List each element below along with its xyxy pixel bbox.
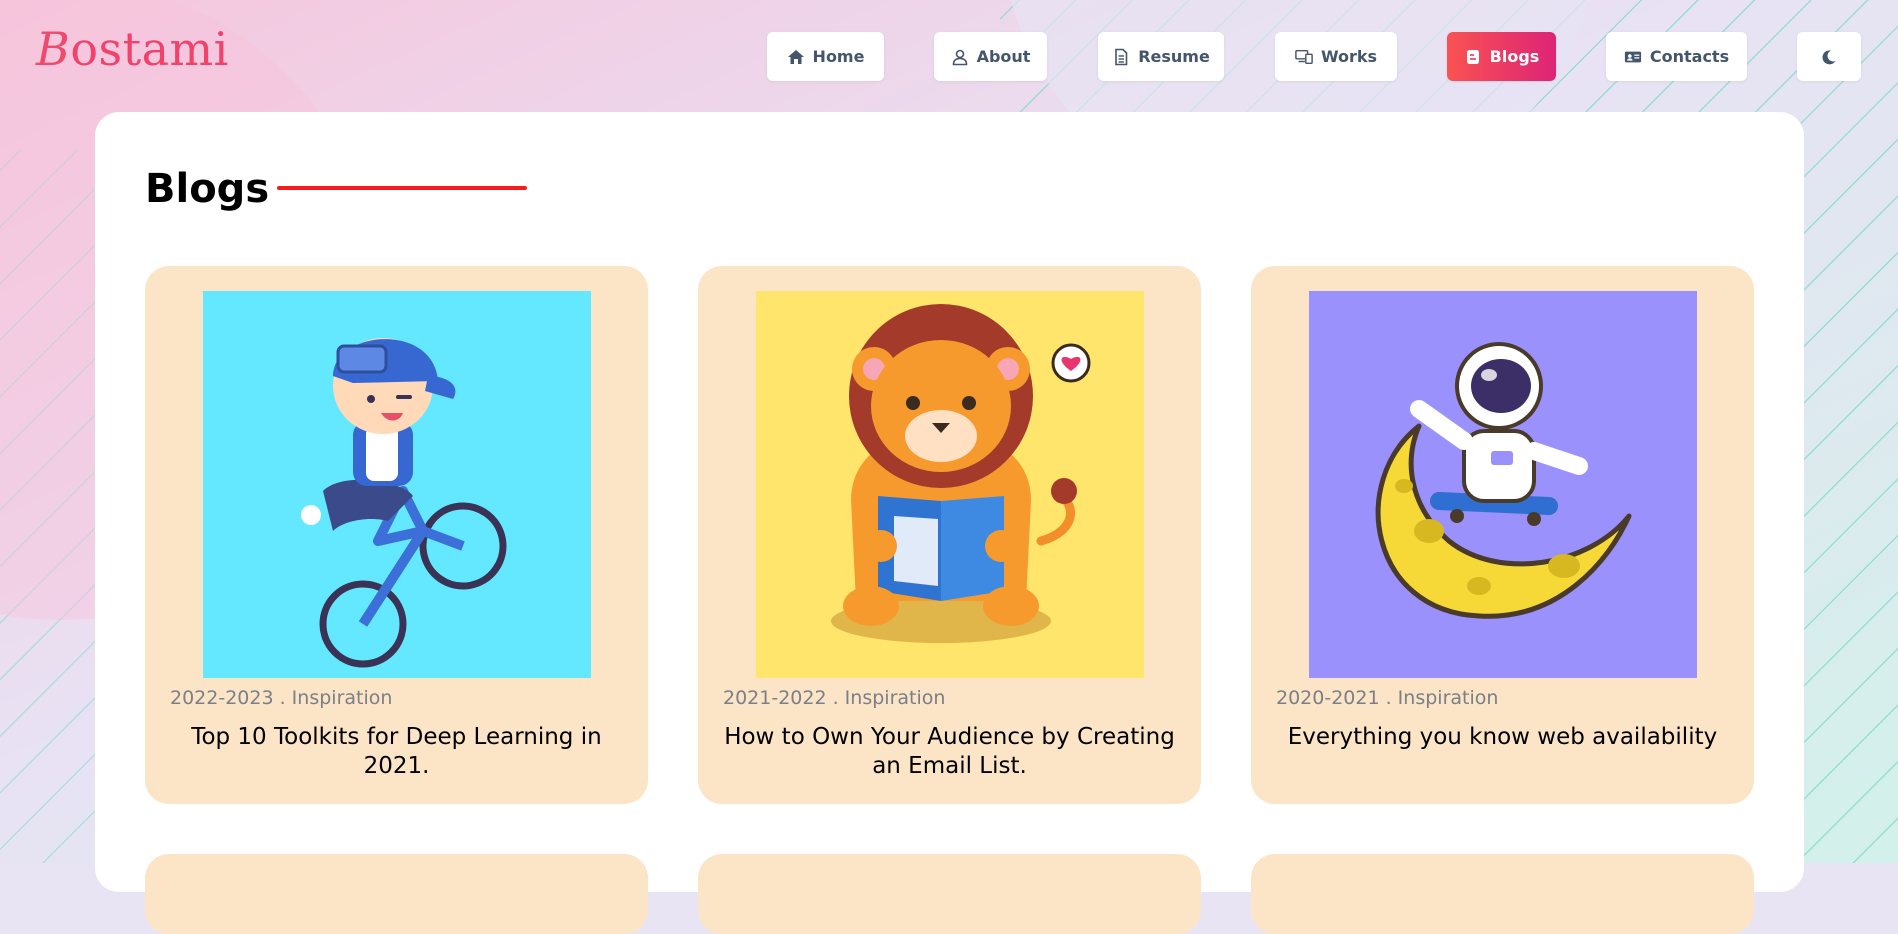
nav-resume-button[interactable]: Resume [1098,32,1224,81]
astronaut-on-moon-illustration [1309,291,1697,678]
blog-card[interactable]: 2022-2023 . Inspiration Top 10 Toolkits … [145,266,648,804]
blog-card[interactable] [145,854,648,934]
nav-works-label: Works [1320,47,1378,66]
home-icon [787,48,805,66]
blog-card[interactable]: 2021-2022 . Inspiration How to Own Your … [698,266,1201,804]
blog-icon [1464,48,1482,66]
blog-card[interactable] [698,854,1201,934]
blog-card-meta: 2022-2023 . Inspiration [170,687,393,709]
lion-reading-illustration [756,291,1144,678]
blog-card-meta: 2020-2021 . Inspiration [1276,687,1499,709]
moon-icon [1820,48,1838,66]
nav-about-button[interactable]: About [934,32,1047,81]
title-underline [277,186,527,190]
site-logo[interactable]: Bostami [36,22,229,76]
blog-card[interactable] [1251,854,1754,934]
nav-contacts-label: Contacts [1649,47,1730,66]
theme-toggle-button[interactable] [1797,32,1861,81]
logo-first-letter: B [36,22,71,76]
nav-blogs-button[interactable]: Blogs [1447,32,1556,81]
blog-card[interactable]: 2020-2021 . Inspiration Everything you k… [1251,266,1754,804]
blog-card-title[interactable]: Everything you know web availability [1271,723,1734,752]
contact-card-icon [1624,48,1642,66]
nav-about-label: About [976,47,1031,66]
nav-home-button[interactable]: Home [767,32,884,81]
nav-home-label: Home [812,47,865,66]
devices-icon [1295,48,1313,66]
nav-works-button[interactable]: Works [1275,32,1397,81]
logo-text: ostami [70,22,229,76]
page-title: Blogs [145,166,270,212]
nav-contacts-button[interactable]: Contacts [1606,32,1747,81]
blogs-panel: Blogs 2022-2023 . Inspiration Top 10 Too… [95,112,1804,934]
boy-on-bike-illustration [203,291,591,678]
file-icon [1112,48,1130,66]
user-icon [951,48,969,66]
nav-resume-label: Resume [1138,47,1210,66]
blog-card-meta: 2021-2022 . Inspiration [723,687,946,709]
blog-card-title[interactable]: Top 10 Toolkits for Deep Learning in 202… [165,723,628,781]
nav-blogs-label: Blogs [1489,47,1540,66]
blog-card-title[interactable]: How to Own Your Audience by Creating an … [718,723,1181,781]
